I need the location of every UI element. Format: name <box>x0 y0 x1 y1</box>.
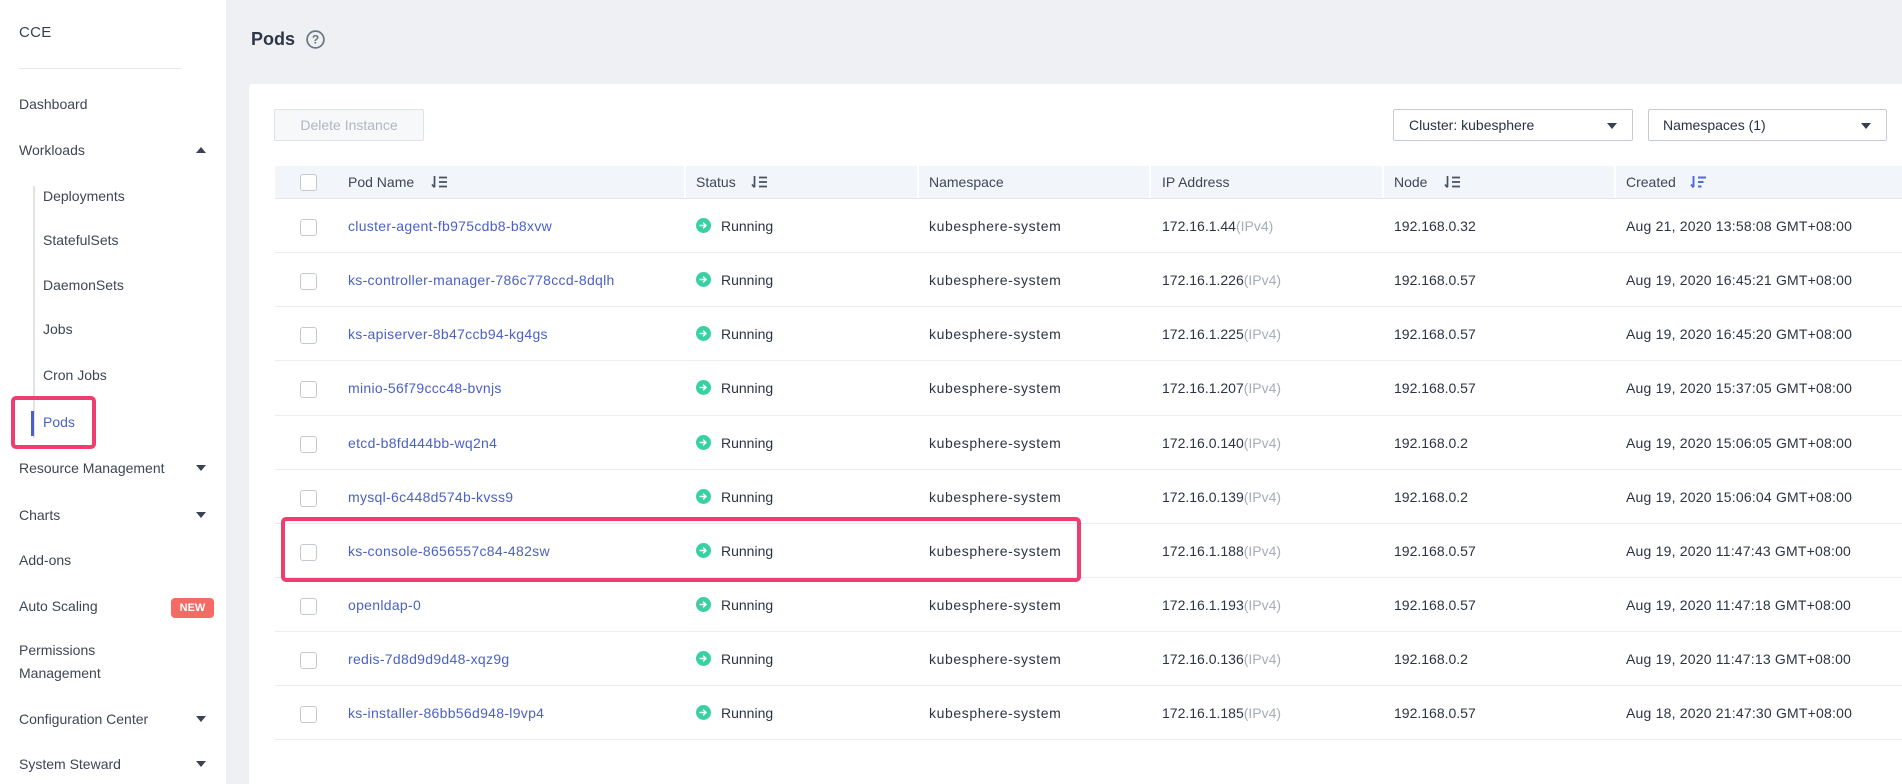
svg-text:?: ? <box>312 33 319 47</box>
